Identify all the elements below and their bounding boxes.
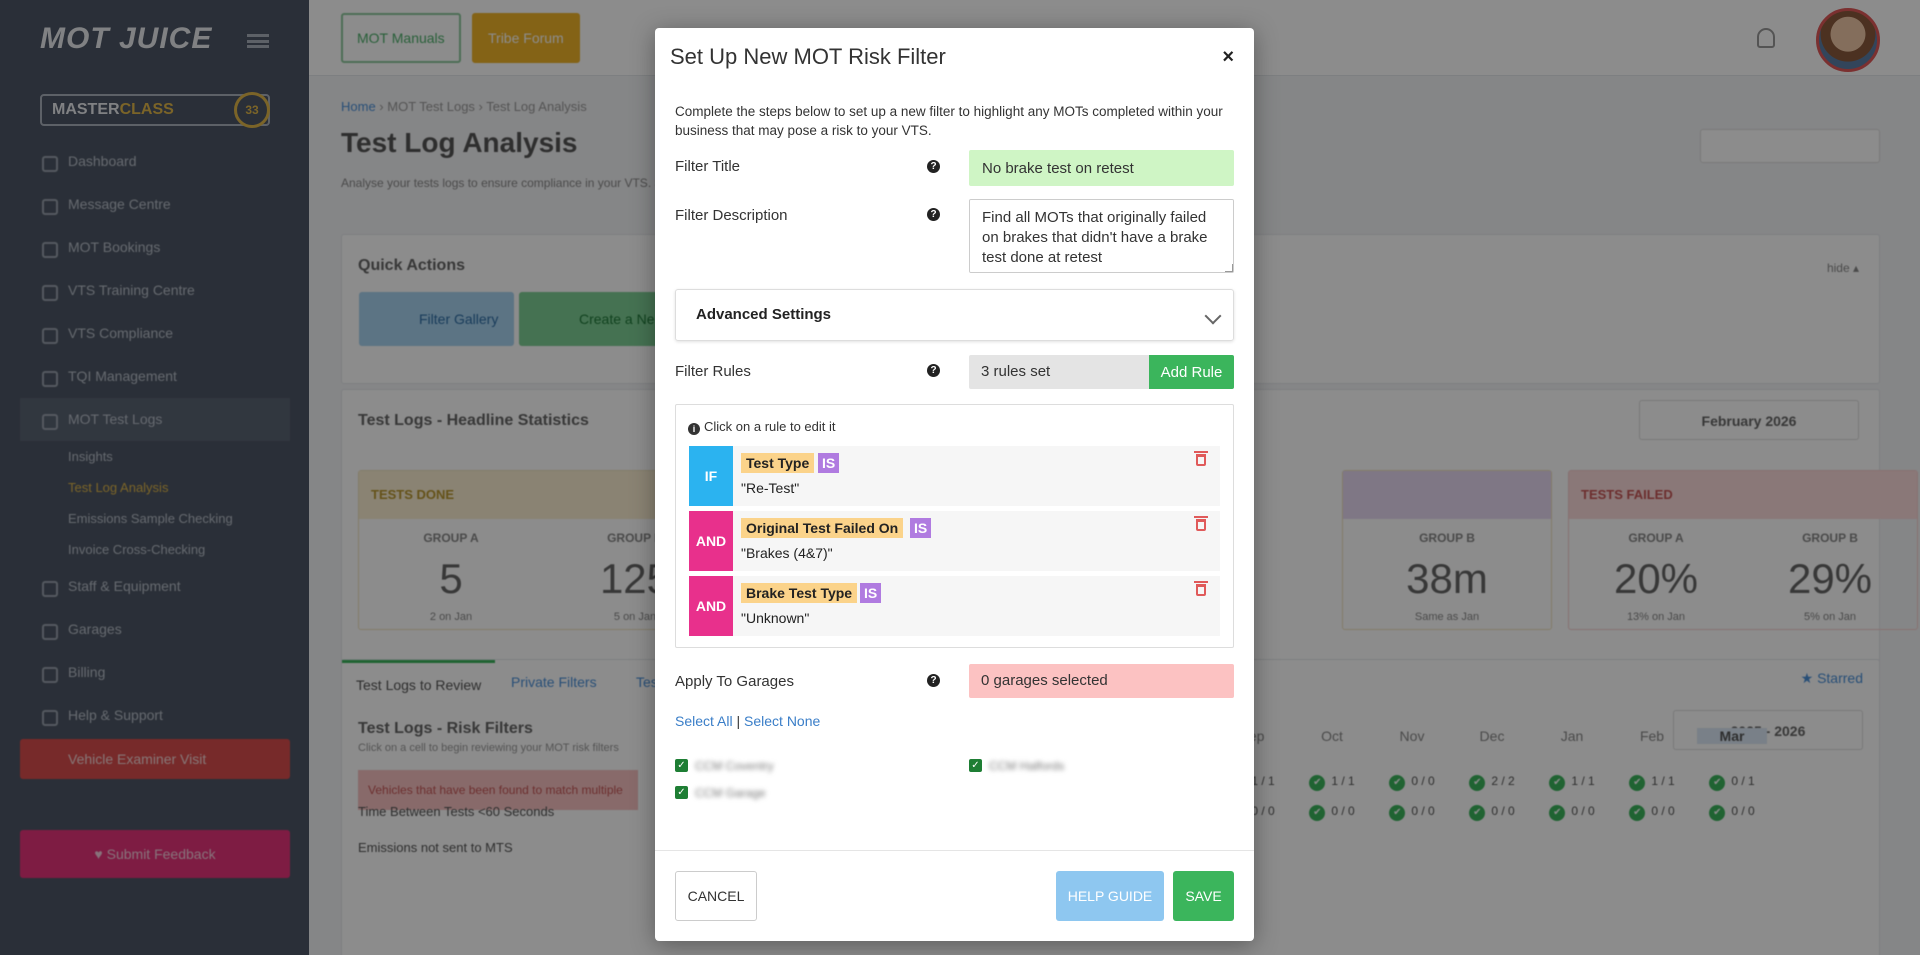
garage-name: CCM Halfords xyxy=(989,759,1065,773)
filter-title-label: Filter Title xyxy=(675,158,741,175)
rule-field: Original Test Failed On xyxy=(741,518,904,538)
garages-selected[interactable]: 0 garages selected xyxy=(969,664,1234,698)
risk-filter-modal: Set Up New MOT Risk Filter × Complete th… xyxy=(655,28,1254,941)
rules-count: 3 rules set xyxy=(969,355,1149,389)
select-links: Select All | Select None xyxy=(675,713,820,729)
help-icon[interactable]: ? xyxy=(927,208,940,221)
garage-checkbox[interactable]: ✓ xyxy=(675,786,688,799)
rule-field: Brake Test Type xyxy=(741,583,858,603)
modal-title: Set Up New MOT Risk Filter xyxy=(670,44,946,69)
filter-description-input[interactable]: Find all MOTs that originally failed on … xyxy=(969,199,1234,273)
trash-icon[interactable] xyxy=(1194,581,1208,596)
advanced-settings-label: Advanced Settings xyxy=(696,306,832,323)
rule-operator: AND xyxy=(689,576,733,636)
rule-value: "Re-Test" xyxy=(741,480,800,496)
rule-value: "Unknown" xyxy=(741,610,810,626)
garage-name: CCM Coventry xyxy=(695,759,774,773)
filter-rules-label: Filter Rules xyxy=(675,363,751,380)
rule-value: "Brakes (4&7)" xyxy=(741,545,833,561)
help-icon[interactable]: ? xyxy=(927,674,940,687)
garage-name: CCM Garage xyxy=(695,786,766,800)
help-icon[interactable]: ? xyxy=(927,364,940,377)
cancel-button[interactable]: CANCEL xyxy=(675,871,757,921)
rule-condition: IS xyxy=(910,518,932,538)
rule-field: Test Type xyxy=(741,453,815,473)
add-rule-button[interactable]: Add Rule xyxy=(1149,355,1234,389)
modal-intro: Complete the steps below to set up a new… xyxy=(675,104,1223,138)
rule-condition: IS xyxy=(818,453,840,473)
help-icon[interactable]: ? xyxy=(927,160,940,173)
select-separator: | xyxy=(736,713,741,729)
save-button[interactable]: SAVE xyxy=(1173,871,1234,921)
chevron-down-icon xyxy=(1204,307,1222,325)
filter-title-input[interactable] xyxy=(969,150,1234,186)
rules-hint: i Click on a rule to edit it xyxy=(688,419,836,435)
select-all-link[interactable]: Select All xyxy=(675,713,733,729)
apply-garages-label: Apply To Garages xyxy=(675,673,794,690)
filter-description-label: Filter Description xyxy=(675,207,788,224)
rules-list: i Click on a rule to edit it IF Test Type… xyxy=(675,404,1234,648)
rule-operator: IF xyxy=(689,446,733,506)
help-guide-button[interactable]: HELP GUIDE xyxy=(1056,871,1164,921)
close-icon[interactable]: × xyxy=(1222,46,1234,69)
modal-footer-divider xyxy=(655,850,1254,851)
trash-icon[interactable] xyxy=(1194,451,1208,466)
garage-checkbox[interactable]: ✓ xyxy=(969,759,982,772)
rule-condition: IS xyxy=(860,583,882,603)
info-icon: i xyxy=(688,423,700,435)
garage-checkbox[interactable]: ✓ xyxy=(675,759,688,772)
rules-hint-text: Click on a rule to edit it xyxy=(704,419,836,434)
rule-item-3[interactable]: AND Brake Test Type IS "Unknown" xyxy=(689,576,1220,636)
rule-operator: AND xyxy=(689,511,733,571)
select-none-link[interactable]: Select None xyxy=(744,713,820,729)
rule-item-1[interactable]: IF Test Type IS "Re-Test" xyxy=(689,446,1220,506)
resize-handle-icon[interactable] xyxy=(1225,264,1233,272)
trash-icon[interactable] xyxy=(1194,516,1208,531)
rule-item-2[interactable]: AND Original Test Failed On IS "Brakes (… xyxy=(689,511,1220,571)
advanced-settings-toggle[interactable]: Advanced Settings xyxy=(675,289,1234,341)
